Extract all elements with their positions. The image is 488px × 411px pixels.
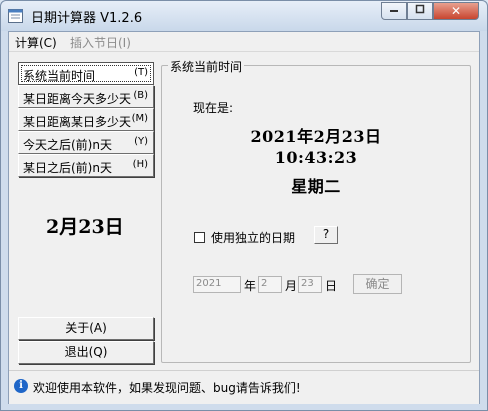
exit-button[interactable]: 退出(Q) [18,341,154,364]
menu-insert-holiday[interactable]: 插入节日(I) [70,34,131,51]
year-input[interactable]: 2021 [193,276,241,293]
calendar-icon [8,9,23,23]
button-label: 某日之后(前)n天 [23,161,112,175]
month-input[interactable]: 2 [258,276,282,293]
shortcut-key: (Y) [134,136,148,147]
shortcut-key: (B) [133,90,148,101]
checkbox-label[interactable]: 使用独立的日期 [211,229,295,246]
menu-bar: 计算(C) 插入节日(I) [9,32,479,52]
month-unit: 月 [285,279,298,293]
days-to-today-button[interactable]: 某日距离今天多少天 (B) [18,85,154,108]
system-time-button[interactable]: 系统当前时间 (T) [18,62,154,85]
button-label: 今天之后(前)n天 [23,138,112,152]
shortcut-key: (M) [131,113,148,124]
close-button[interactable]: ✕ [433,2,479,20]
status-text: 欢迎使用本软件，如果发现问题、bug请告诉我们! [33,381,301,395]
group-legend: 系统当前时间 [168,58,245,75]
minimize-icon [390,10,398,12]
maximize-button[interactable] [407,2,433,20]
days-between-dates-button[interactable]: 某日距离某日多少天 (M) [18,108,154,131]
app-window: 日期计算器 V1.2.6 ✕ 计算(C) 插入节日(I) 系统当前时间 (T) … [0,0,488,411]
date-plus-n-days-button[interactable]: 某日之后(前)n天 (H) [18,154,154,177]
shortcut-key: (T) [134,67,148,78]
menu-calculate[interactable]: 计算(C) [15,34,57,51]
main-client: 计算(C) 插入节日(I) 系统当前时间 (T) 某日距离今天多少天 (B) 某… [8,31,480,404]
current-time: 10:43:23 [274,148,358,167]
now-label: 现在是: [193,101,234,115]
button-label: 某日距离今天多少天 [23,92,132,106]
current-date: 2021年2月23日 [250,127,382,146]
confirm-button[interactable]: 确定 [353,274,402,294]
close-icon: ✕ [450,4,462,18]
day-input[interactable]: 23 [298,276,322,293]
about-button[interactable]: 关于(A) [18,317,154,340]
status-bar: i 欢迎使用本软件，如果发现问题、bug请告诉我们! [9,370,479,404]
shortcut-key: (H) [132,159,148,170]
independent-date-checkbox[interactable] [194,232,205,243]
title-bar[interactable]: 日期计算器 V1.2.6 ✕ [1,1,487,31]
maximize-icon [415,4,425,14]
year-unit: 年 [244,279,257,293]
button-label: 某日距离某日多少天 [23,115,132,129]
today-plus-n-days-button[interactable]: 今天之后(前)n天 (Y) [18,131,154,154]
help-button[interactable]: ? [314,226,338,244]
minimize-button[interactable] [381,2,407,20]
info-icon: i [14,379,28,393]
window-title: 日期计算器 V1.2.6 [31,11,143,26]
current-weekday: 星期二 [291,177,341,196]
button-label: 系统当前时间 [23,69,96,83]
today-date-display: 2月23日 [46,216,124,238]
day-unit: 日 [325,279,338,293]
